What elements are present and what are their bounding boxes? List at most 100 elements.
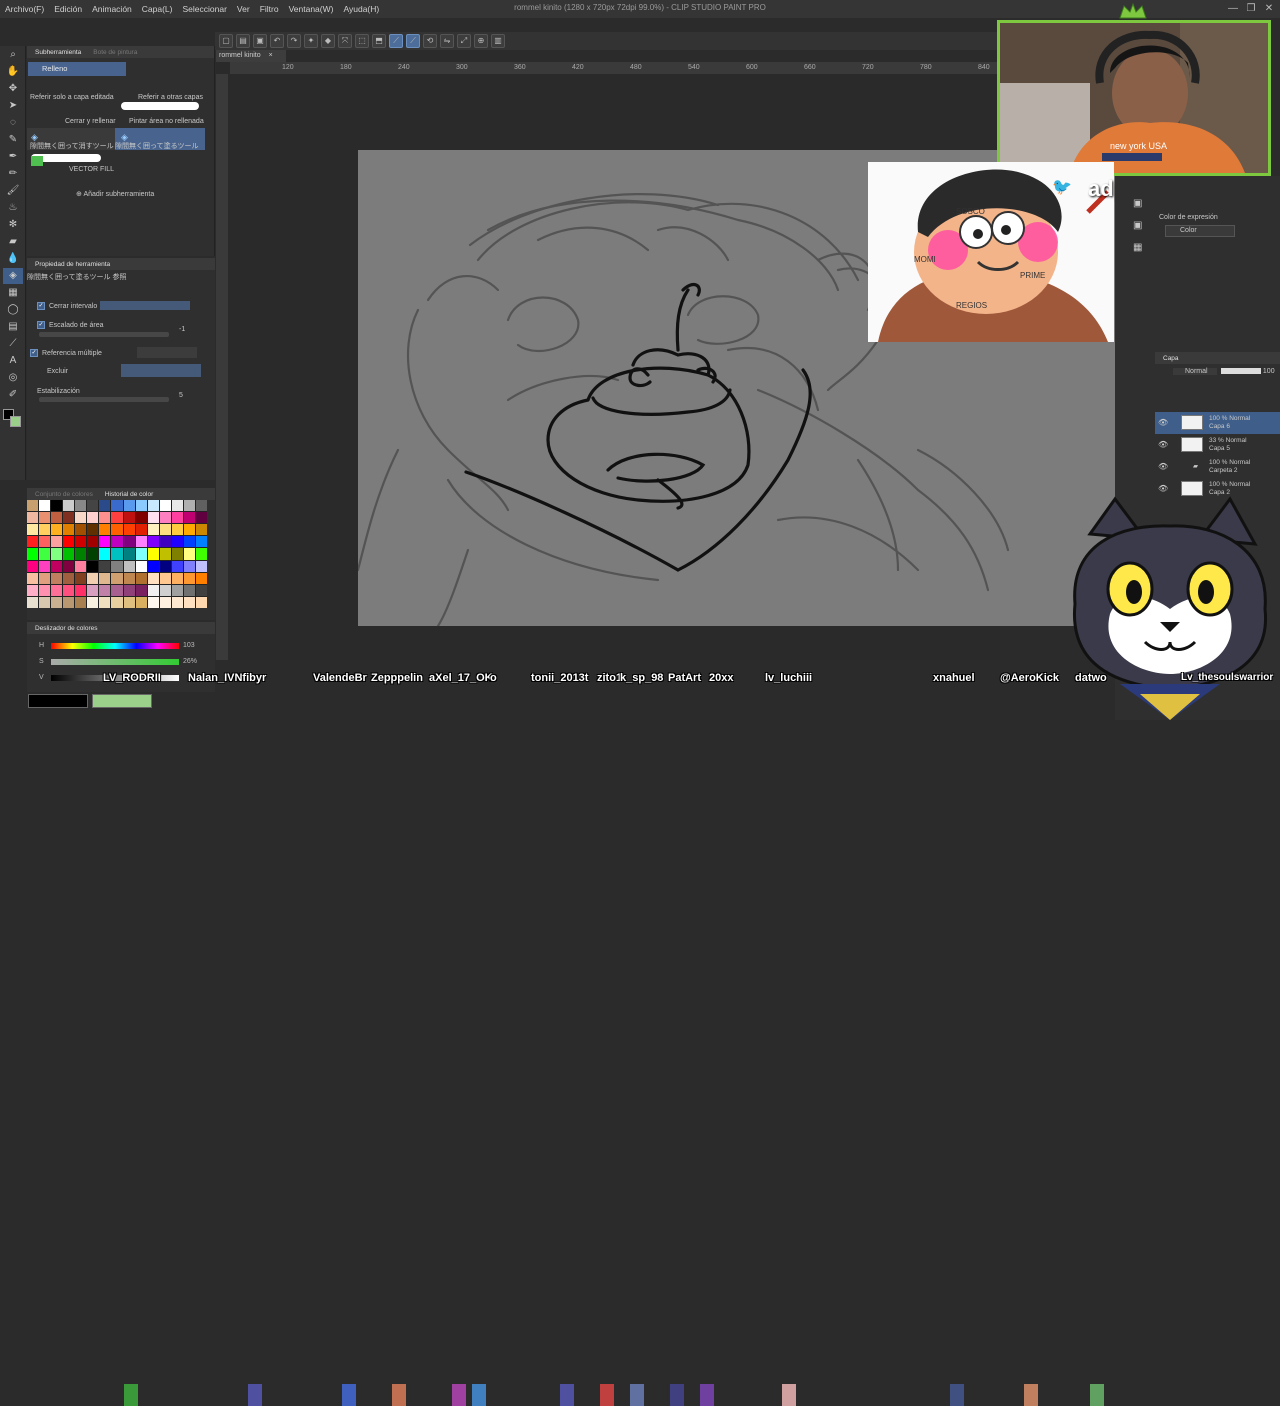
color-swatch[interactable] xyxy=(159,548,171,560)
color-swatch[interactable] xyxy=(51,548,63,560)
reference-layer-buttons[interactable] xyxy=(137,347,197,358)
color-swatch[interactable] xyxy=(99,584,111,596)
layer-property-icon[interactable]: ▣ xyxy=(1133,198,1142,209)
color-swatch[interactable] xyxy=(159,500,171,512)
color-swatch[interactable] xyxy=(87,560,99,572)
color-swatch[interactable] xyxy=(123,548,135,560)
menu-ventana[interactable]: Ventana(W) xyxy=(284,4,339,14)
color-swatch[interactable] xyxy=(63,548,75,560)
color-swatch[interactable] xyxy=(171,548,183,560)
eye-icon[interactable]: 👁 xyxy=(1158,462,1168,471)
color-swatch[interactable] xyxy=(135,524,147,536)
color-swatch[interactable] xyxy=(135,500,147,512)
fill-tool-icon[interactable]: ◈ xyxy=(3,268,23,284)
color-swatch[interactable] xyxy=(135,536,147,548)
color-swatch[interactable] xyxy=(99,536,111,548)
color-swatch[interactable] xyxy=(135,512,147,524)
color-swatch[interactable] xyxy=(27,500,39,512)
color-swatch[interactable] xyxy=(123,524,135,536)
color-swatch[interactable] xyxy=(111,536,123,548)
color-swatch[interactable] xyxy=(147,572,159,584)
snap-grid-icon[interactable]: ⟋ xyxy=(406,34,420,48)
opacity-value[interactable]: 100 xyxy=(1263,368,1275,375)
color-swatch[interactable] xyxy=(51,596,63,608)
color-swatch[interactable] xyxy=(51,584,63,596)
expression-color-select[interactable]: Color xyxy=(1165,225,1235,237)
layer-item[interactable]: 👁 100 % Normal Capa 6 xyxy=(1155,412,1280,434)
main-sub-color-icon[interactable] xyxy=(3,409,21,427)
h-value[interactable]: 103 xyxy=(183,642,195,649)
correct-line-tool-icon[interactable]: ✐ xyxy=(3,387,23,403)
layer-color-icon[interactable]: ▦ xyxy=(1133,242,1142,253)
color-swatch[interactable] xyxy=(147,500,159,512)
zoom-icon[interactable]: ⊕ xyxy=(474,34,488,48)
document-tab[interactable]: rommel kinito × xyxy=(216,50,286,62)
color-swatch[interactable] xyxy=(147,596,159,608)
color-swatch[interactable] xyxy=(75,536,87,548)
lasso-tool-icon[interactable]: ◌ xyxy=(3,115,23,131)
layer-icon[interactable]: ▥ xyxy=(491,34,505,48)
checkbox-icon[interactable]: ✓ xyxy=(37,321,45,329)
blend-tool-icon[interactable]: 💧 xyxy=(3,251,23,267)
color-swatch[interactable] xyxy=(123,500,135,512)
color-swatch[interactable] xyxy=(135,560,147,572)
maximize-button[interactable]: ❐ xyxy=(1244,2,1258,16)
color-swatch[interactable] xyxy=(39,572,51,584)
color-swatch[interactable] xyxy=(75,524,87,536)
decoration-tool-icon[interactable]: ✻ xyxy=(3,217,23,233)
color-swatch[interactable] xyxy=(147,536,159,548)
color-swatch[interactable] xyxy=(111,524,123,536)
airbrush-tool-icon[interactable]: ♨ xyxy=(3,200,23,216)
frame-tool-icon[interactable]: ▤ xyxy=(3,319,23,335)
opacity-slider[interactable] xyxy=(1220,368,1261,375)
color-swatch[interactable] xyxy=(27,524,39,536)
eye-icon[interactable]: 👁 xyxy=(1158,484,1168,493)
color-swatch[interactable] xyxy=(63,524,75,536)
escalado-slider[interactable] xyxy=(39,332,169,337)
color-swatch[interactable] xyxy=(183,584,195,596)
color-swatch[interactable] xyxy=(195,536,207,548)
color-swatch[interactable] xyxy=(99,596,111,608)
color-swatch[interactable] xyxy=(147,524,159,536)
rotate-icon[interactable]: ⟲ xyxy=(423,34,437,48)
color-swatch[interactable] xyxy=(87,596,99,608)
color-swatch[interactable] xyxy=(27,560,39,572)
eraser-tool-icon[interactable]: ▰ xyxy=(3,234,23,250)
close-tab-icon[interactable]: × xyxy=(269,52,273,59)
color-swatch[interactable] xyxy=(39,500,51,512)
blend-mode-select[interactable]: Normal xyxy=(1173,368,1217,375)
subtool-item-close-fill[interactable]: Cerrar y rellenar xyxy=(65,118,116,125)
color-swatch[interactable] xyxy=(135,596,147,608)
color-swatch[interactable] xyxy=(63,500,75,512)
color-swatch[interactable] xyxy=(39,524,51,536)
color-swatch[interactable] xyxy=(195,572,207,584)
color-swatch[interactable] xyxy=(87,536,99,548)
tab-color-history[interactable]: Historial de color xyxy=(101,491,157,498)
color-swatch[interactable] xyxy=(111,500,123,512)
eyedropper-tool-icon[interactable]: ✎ xyxy=(3,132,23,148)
color-swatch[interactable] xyxy=(87,548,99,560)
color-swatch[interactable] xyxy=(27,548,39,560)
deselect-icon[interactable]: ⬚ xyxy=(355,34,369,48)
color-swatch[interactable] xyxy=(63,596,75,608)
menu-filtro[interactable]: Filtro xyxy=(255,4,284,14)
color-swatch[interactable] xyxy=(99,560,111,572)
move-tool-icon[interactable]: ✥ xyxy=(3,81,23,97)
color-swatch[interactable] xyxy=(183,512,195,524)
color-swatch[interactable] xyxy=(195,584,207,596)
color-swatch[interactable] xyxy=(147,548,159,560)
color-swatch[interactable] xyxy=(99,572,111,584)
exclude-buttons[interactable] xyxy=(121,364,201,377)
color-swatch[interactable] xyxy=(111,560,123,572)
clear-icon[interactable]: ✦ xyxy=(304,34,318,48)
color-swatch[interactable] xyxy=(171,584,183,596)
fit-icon[interactable]: ⤢ xyxy=(457,34,471,48)
color-swatch[interactable] xyxy=(159,560,171,572)
color-swatch[interactable] xyxy=(159,584,171,596)
color-swatch[interactable] xyxy=(75,596,87,608)
color-swatch[interactable] xyxy=(99,512,111,524)
color-swatch[interactable] xyxy=(51,500,63,512)
color-swatch[interactable] xyxy=(51,572,63,584)
save-icon[interactable]: ▣ xyxy=(253,34,267,48)
menu-seleccionar[interactable]: Seleccionar xyxy=(178,4,232,14)
